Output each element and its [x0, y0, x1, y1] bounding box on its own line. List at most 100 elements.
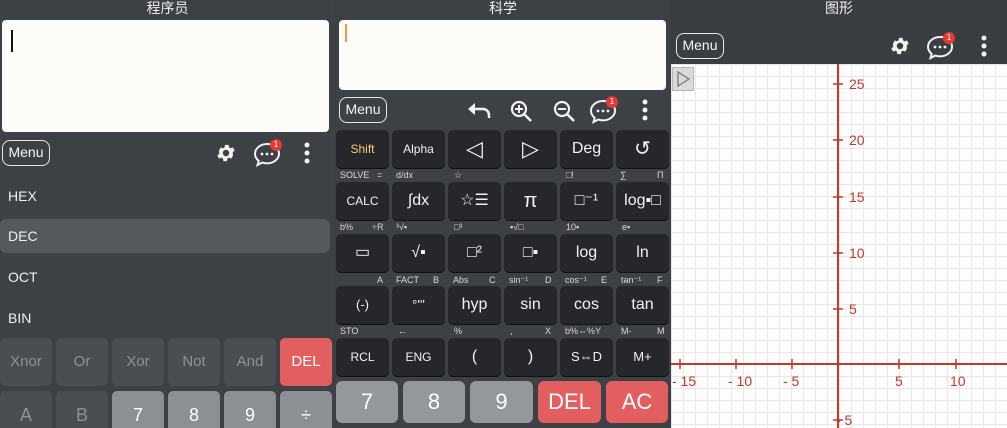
label-atan: tan⁻¹ — [621, 275, 642, 285]
radix-bin[interactable]: BIN — [0, 301, 330, 335]
label-backarrow: ← — [398, 326, 407, 336]
key-calc[interactable]: CALC — [336, 182, 389, 220]
x-tick-10: 10 — [950, 373, 966, 389]
key-divide[interactable]: ÷ — [280, 391, 332, 428]
radix-oct[interactable]: OCT — [0, 260, 330, 294]
key-power[interactable]: □▪ — [504, 234, 557, 272]
key-m-plus[interactable]: M+ — [616, 338, 669, 376]
key-open-paren[interactable]: ( — [448, 338, 501, 376]
menu-button[interactable]: Menu — [339, 97, 387, 123]
menu-button[interactable]: Menu — [676, 33, 724, 59]
y-tick-10: 10 — [849, 245, 865, 261]
key-rcl[interactable]: RCL — [336, 338, 389, 376]
key-logbase[interactable]: log▪□ — [616, 182, 669, 220]
key-deg[interactable]: Deg — [560, 130, 613, 168]
notification-badge: 1 — [270, 139, 282, 151]
graph-plot-area[interactable]: 25 20 15 10 5 - 5 - 15 - 10 - 5 5 10 — [671, 64, 1007, 428]
key-ln[interactable]: ln — [616, 234, 669, 272]
more-vert-icon[interactable] — [303, 142, 311, 164]
label-ddx: d/dx — [396, 170, 414, 180]
key-negate[interactable]: (-) — [336, 286, 389, 324]
key-xnor[interactable]: Xnor — [0, 338, 52, 386]
gear-icon[interactable] — [215, 142, 237, 164]
key-sin[interactable]: sin — [504, 286, 557, 324]
label-b: B — [433, 275, 440, 285]
label-e: E — [601, 275, 608, 285]
zoom-in-icon[interactable] — [509, 99, 533, 123]
graph-panel: 图形 Menu 1 25 20 15 10 5 - 5 - 15 - 10 - … — [671, 0, 1007, 428]
y-tick-25: 25 — [849, 76, 865, 92]
more-vert-icon[interactable] — [980, 35, 988, 57]
key-alpha[interactable]: Alpha — [392, 130, 445, 168]
text-caret — [11, 30, 13, 52]
notification-badge: 1 — [606, 96, 618, 108]
scientific-display[interactable] — [339, 20, 666, 90]
label-asin: sin⁻¹ — [509, 275, 529, 285]
key-sqrt[interactable]: √▪ — [392, 234, 445, 272]
undo-icon[interactable] — [467, 100, 493, 122]
key-xor[interactable]: Xor — [112, 338, 164, 386]
label-solve: SOLVE — [340, 170, 370, 180]
key-hyp[interactable]: hyp — [448, 286, 501, 324]
gear-icon[interactable] — [889, 35, 911, 57]
key-close-paren[interactable]: ) — [504, 338, 557, 376]
x-tick-neg10: - 10 — [728, 373, 753, 389]
key-cursor-left[interactable]: ◁ — [448, 130, 501, 168]
radix-hex[interactable]: HEX — [0, 179, 330, 213]
key-degrees-minutes[interactable]: °''' — [392, 286, 445, 324]
label-sto: STO — [340, 326, 359, 336]
key-cos[interactable]: cos — [560, 286, 613, 324]
key-pi[interactable]: π — [504, 182, 557, 220]
key-ac[interactable]: AC — [606, 381, 668, 423]
key-del[interactable]: DEL — [538, 381, 601, 423]
label-star: ☆ — [454, 170, 463, 180]
menu-button[interactable]: Menu — [2, 140, 50, 166]
key-7[interactable]: 7 — [336, 381, 398, 423]
label-tenpow: 10▪ — [566, 222, 580, 232]
key-8[interactable]: 8 — [403, 381, 465, 423]
zoom-out-icon[interactable] — [552, 99, 576, 123]
programmer-display[interactable] — [2, 20, 329, 132]
y-tick-neg5: - 5 — [836, 412, 853, 428]
text-caret — [345, 24, 347, 42]
key-cursor-right[interactable]: ▷ — [504, 130, 557, 168]
key-s-to-d[interactable]: S⇔D — [560, 338, 613, 376]
label-m: M — [657, 326, 665, 336]
key-9[interactable]: 9 — [470, 381, 533, 423]
label-sum: ∑ — [620, 170, 627, 180]
label-factorial: □! — [566, 170, 574, 180]
key-fraction[interactable]: ▭ — [336, 234, 389, 272]
key-or[interactable]: Or — [56, 338, 108, 386]
key-9[interactable]: 9 — [224, 391, 276, 428]
label-a: A — [377, 275, 384, 285]
key-reciprocal[interactable]: □⁻¹ — [560, 182, 613, 220]
y-tick-15: 15 — [849, 189, 865, 205]
key-history[interactable]: ↺ — [616, 130, 669, 168]
key-del[interactable]: DEL — [280, 338, 332, 386]
label-x: X — [545, 326, 552, 336]
key-b[interactable]: B — [56, 391, 108, 428]
label-epow: e▪ — [622, 222, 631, 232]
key-square[interactable]: □² — [448, 234, 501, 272]
label-f: F — [657, 275, 663, 285]
key-log[interactable]: log — [560, 234, 613, 272]
expand-panel-button[interactable] — [672, 67, 694, 91]
more-vert-icon[interactable] — [641, 99, 649, 121]
label-product: Π — [657, 170, 664, 180]
label-cuberoot: ³√▪ — [396, 222, 408, 232]
key-integral[interactable]: ∫dx — [392, 182, 445, 220]
key-menu-list[interactable]: ☆☰ — [448, 182, 501, 220]
label-mminus: M- — [621, 326, 632, 336]
key-8[interactable]: 8 — [168, 391, 220, 428]
key-eng[interactable]: ENG — [392, 338, 445, 376]
key-not[interactable]: Not — [168, 338, 220, 386]
label-xroot: ▪√□ — [510, 222, 524, 232]
key-tan[interactable]: tan — [616, 286, 669, 324]
notification-badge: 1 — [943, 32, 955, 44]
key-and[interactable]: And — [224, 338, 276, 386]
key-7[interactable]: 7 — [112, 391, 164, 428]
key-a[interactable]: A — [0, 391, 52, 428]
radix-dec[interactable]: DEC — [0, 219, 330, 253]
key-shift[interactable]: Shift — [336, 130, 389, 168]
label-fact: FACT — [396, 275, 420, 285]
